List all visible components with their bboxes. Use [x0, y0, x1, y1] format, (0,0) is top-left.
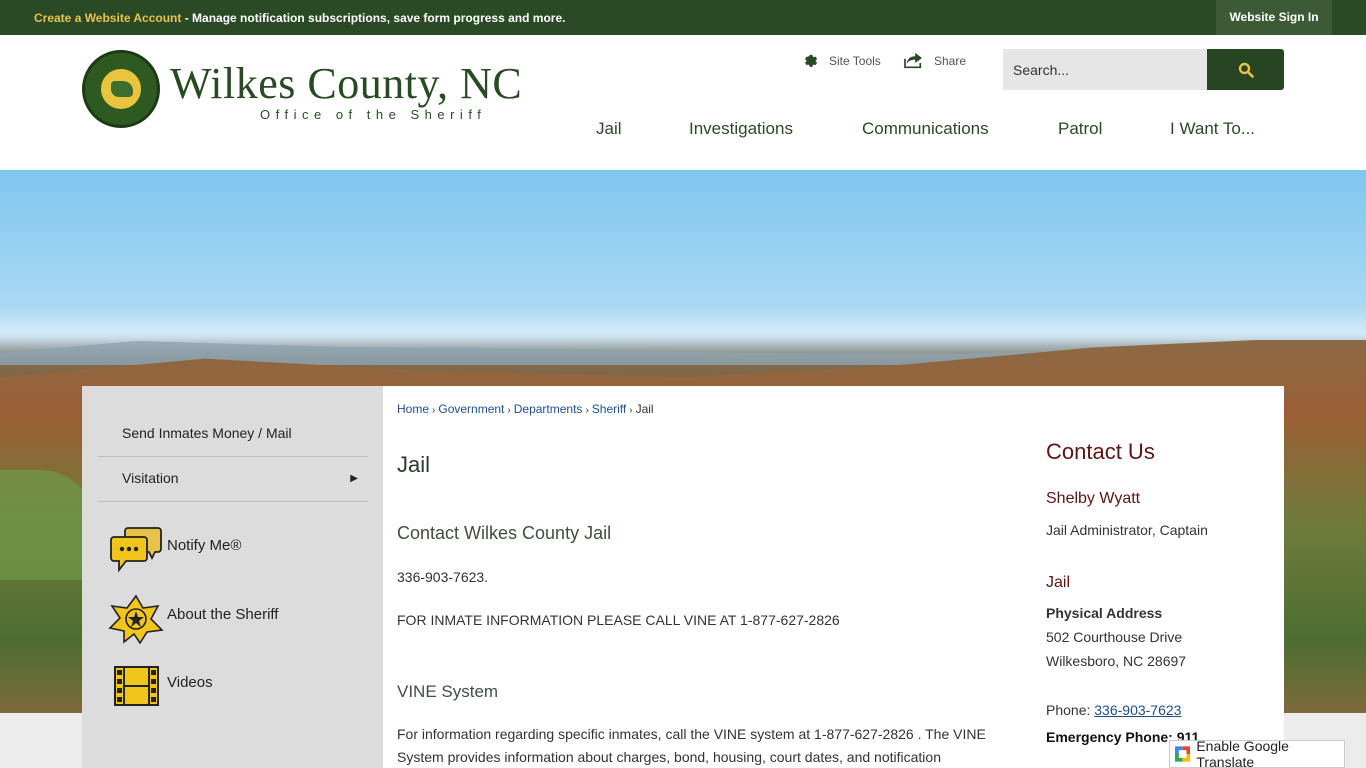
sidebar: Send Inmates Money / Mail Visitation ▶ N… [82, 386, 383, 768]
jail-phone-text: 336-903-7623. [397, 569, 489, 585]
vine-paragraph: For information regarding specific inmat… [397, 726, 986, 765]
sidebar-item-label: Visitation [122, 470, 179, 486]
nav-jail[interactable]: Jail [596, 119, 622, 139]
search-icon [1238, 62, 1254, 78]
search-input[interactable] [1003, 49, 1207, 90]
breadcrumb-home[interactable]: Home [397, 402, 429, 416]
sidebar-item-label: Send Inmates Money / Mail [122, 425, 292, 441]
phone-label: Phone: [1046, 702, 1095, 718]
google-translate-button[interactable]: Enable Google Translate [1169, 738, 1345, 768]
breadcrumb-government[interactable]: Government [438, 402, 504, 416]
breadcrumb-departments[interactable]: Departments [514, 402, 583, 416]
breadcrumb-separator: › [507, 405, 511, 416]
search-box [1003, 49, 1284, 90]
site-header: Wilkes County, NC Office of the Sheriff … [0, 35, 1366, 170]
breadcrumb: Home › Government › Departments › Sheriff › Jail [397, 402, 654, 416]
seal-inner [98, 66, 144, 112]
create-account-link[interactable]: Create a Website Account [34, 11, 181, 25]
film-strip-icon [114, 666, 159, 706]
share-button[interactable]: Share [903, 52, 966, 69]
logo-title[interactable]: Wilkes County, NC [170, 58, 522, 109]
breadcrumb-current: Jail [635, 402, 654, 416]
gear-icon [804, 54, 818, 67]
contact-name: Shelby Wyatt [1046, 490, 1141, 507]
breadcrumb-separator: › [432, 405, 436, 416]
breadcrumb-separator: › [629, 405, 633, 416]
logo-subtitle: Office of the Sheriff [260, 107, 487, 122]
account-message: Create a Website Account - Manage notifi… [34, 11, 565, 25]
breadcrumb-sheriff[interactable]: Sheriff [592, 402, 626, 416]
sidebar-item-visitation[interactable]: Visitation ▶ [98, 457, 368, 502]
chat-bubbles-icon [110, 527, 162, 573]
quick-link-notify-me[interactable]: Notify Me® [167, 537, 241, 554]
section-heading-vine: VINE System [397, 682, 499, 701]
phone-link[interactable]: 336-903-7623 [1094, 702, 1181, 718]
contact-title: Contact Us [1046, 439, 1155, 464]
account-message-text: - Manage notification subscriptions, sav… [181, 11, 566, 25]
expand-arrow-icon[interactable]: ▶ [350, 473, 358, 484]
translate-label: Enable Google Translate [1196, 738, 1289, 768]
quick-link-about-sheriff[interactable]: About the Sheriff [167, 606, 278, 623]
vine-info-text: FOR INMATE INFORMATION PLEASE CALL VINE … [397, 612, 840, 628]
google-translate-icon [1175, 746, 1191, 762]
sidebar-item-send-inmates-money[interactable]: Send Inmates Money / Mail [98, 412, 368, 457]
sheriff-badge-icon [108, 594, 164, 644]
nav-patrol[interactable]: Patrol [1058, 119, 1102, 139]
quick-link-videos[interactable]: Videos [167, 674, 213, 691]
nav-i-want-to[interactable]: I Want To... [1170, 119, 1255, 139]
address-line-1: 502 Courthouse Drive [1046, 629, 1183, 645]
share-icon [904, 52, 922, 69]
sign-in-button[interactable]: Website Sign In [1216, 0, 1332, 35]
address-label: Physical Address [1046, 605, 1163, 621]
county-seal-logo[interactable] [82, 50, 160, 128]
seal-county-shape [111, 81, 133, 97]
search-button[interactable] [1207, 49, 1284, 90]
nav-communications[interactable]: Communications [862, 119, 989, 139]
address-line-2: Wilkesboro, NC 28697 [1046, 653, 1187, 669]
top-notification-bar: Create a Website Account - Manage notifi… [0, 0, 1366, 35]
contact-department: Jail [1046, 574, 1071, 591]
site-tools-label: Site Tools [829, 53, 881, 68]
page-title: Jail [397, 452, 431, 477]
share-label: Share [934, 53, 967, 68]
site-tools-button[interactable]: Site Tools [802, 52, 881, 69]
section-heading-contact: Contact Wilkes County Jail [397, 523, 612, 543]
contact-role: Jail Administrator, Captain [1046, 522, 1208, 538]
breadcrumb-separator: › [585, 405, 589, 416]
contact-phone: Phone: 336-903-7623 [1046, 702, 1181, 718]
nav-investigations[interactable]: Investigations [689, 119, 793, 139]
main-content: Home › Government › Departments › Sheriff › Jail… [383, 386, 1284, 768]
